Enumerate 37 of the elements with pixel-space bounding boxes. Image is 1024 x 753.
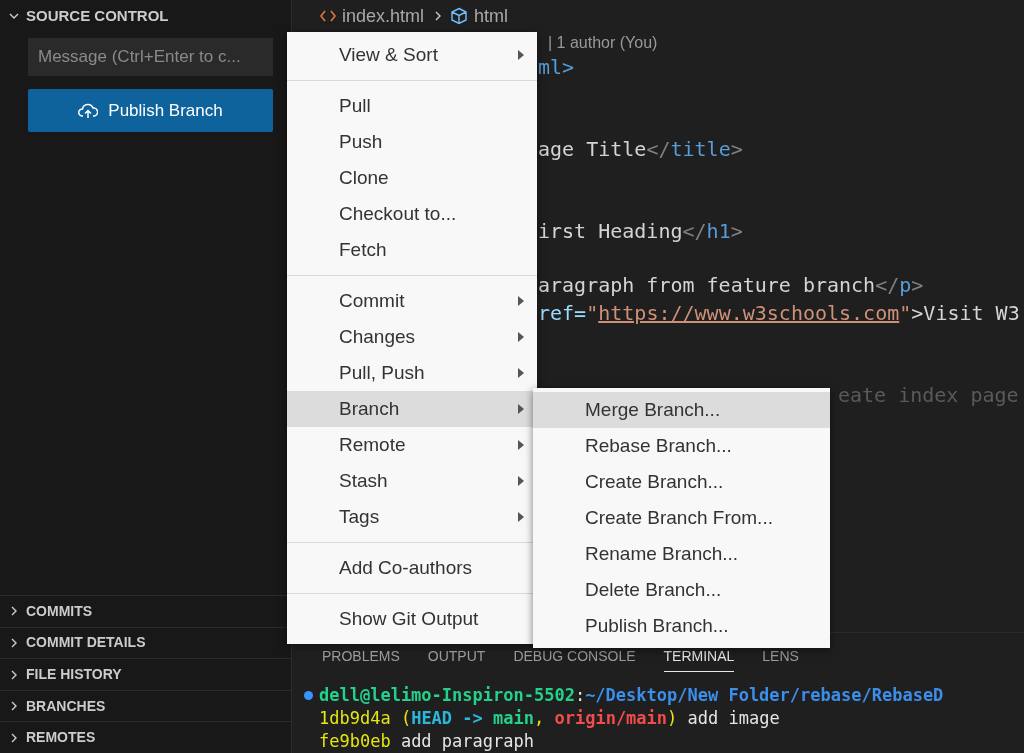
menu-item[interactable]: Checkout to... bbox=[287, 196, 537, 232]
menu-item[interactable]: Pull, Push bbox=[287, 355, 537, 391]
code-line: irst Heading</h1> bbox=[538, 218, 743, 243]
panel-tab[interactable]: OUTPUT bbox=[427, 646, 486, 672]
section-header[interactable]: REMOTES bbox=[26, 727, 96, 749]
code-line: aragraph from feature branch</p> bbox=[538, 273, 924, 298]
menu-item[interactable]: Changes bbox=[287, 319, 537, 355]
message-field[interactable]: Message (Ctrl+Enter to c... bbox=[28, 38, 273, 76]
menu-item[interactable]: View & Sort bbox=[287, 37, 537, 73]
section-header[interactable]: FILE HISTORY bbox=[26, 664, 122, 685]
menu-item[interactable]: Clone bbox=[287, 160, 537, 196]
cloud-upload-icon bbox=[78, 101, 99, 120]
cube-icon bbox=[450, 7, 469, 25]
submenu-item[interactable]: Merge Branch... bbox=[533, 392, 830, 428]
menu-item[interactable]: Push bbox=[287, 124, 537, 160]
blame-annotation[interactable]: | 1 author (You) bbox=[548, 31, 658, 55]
code-brackets-icon bbox=[320, 10, 336, 22]
terminal-line: fe9b0eb add paragraph bbox=[319, 730, 534, 753]
section-header[interactable]: COMMITS bbox=[26, 600, 93, 622]
breadcrumb[interactable]: html bbox=[474, 2, 509, 30]
menu-item[interactable]: Pull bbox=[287, 88, 537, 124]
section-header[interactable]: BRANCHES bbox=[26, 695, 106, 717]
publish-branch-button[interactable]: Publish Branch bbox=[28, 89, 273, 132]
breadcrumb[interactable]: index.html bbox=[342, 2, 425, 30]
panel-tab[interactable]: PROBLEMS bbox=[322, 646, 400, 672]
panel-tab[interactable]: LENS bbox=[762, 646, 799, 672]
menu-item[interactable]: Commit bbox=[287, 283, 537, 319]
panel-tab[interactable]: DEBUG CONSOLE bbox=[513, 646, 636, 672]
code-line: ml> bbox=[538, 55, 575, 79]
code-line: ref="https://www.w3schools.com">Visit W3 bbox=[538, 300, 1020, 325]
terminal-line: dell@lelimo-Inspiron-5502:~/Desktop/New Folder/rebase/RebaseD bbox=[319, 684, 944, 707]
terminal-line: 1db9d4a (HEAD -> main, origin/main) add image bbox=[319, 707, 780, 730]
inline-blame-text: eate index page bbox=[838, 382, 1019, 407]
code-line: age Title</title> bbox=[538, 136, 743, 161]
menu-item[interactable]: Fetch bbox=[287, 232, 537, 268]
section-header[interactable]: COMMIT DETAILS bbox=[26, 632, 146, 654]
panel-title: SOURCE CONTROL bbox=[26, 5, 169, 26]
